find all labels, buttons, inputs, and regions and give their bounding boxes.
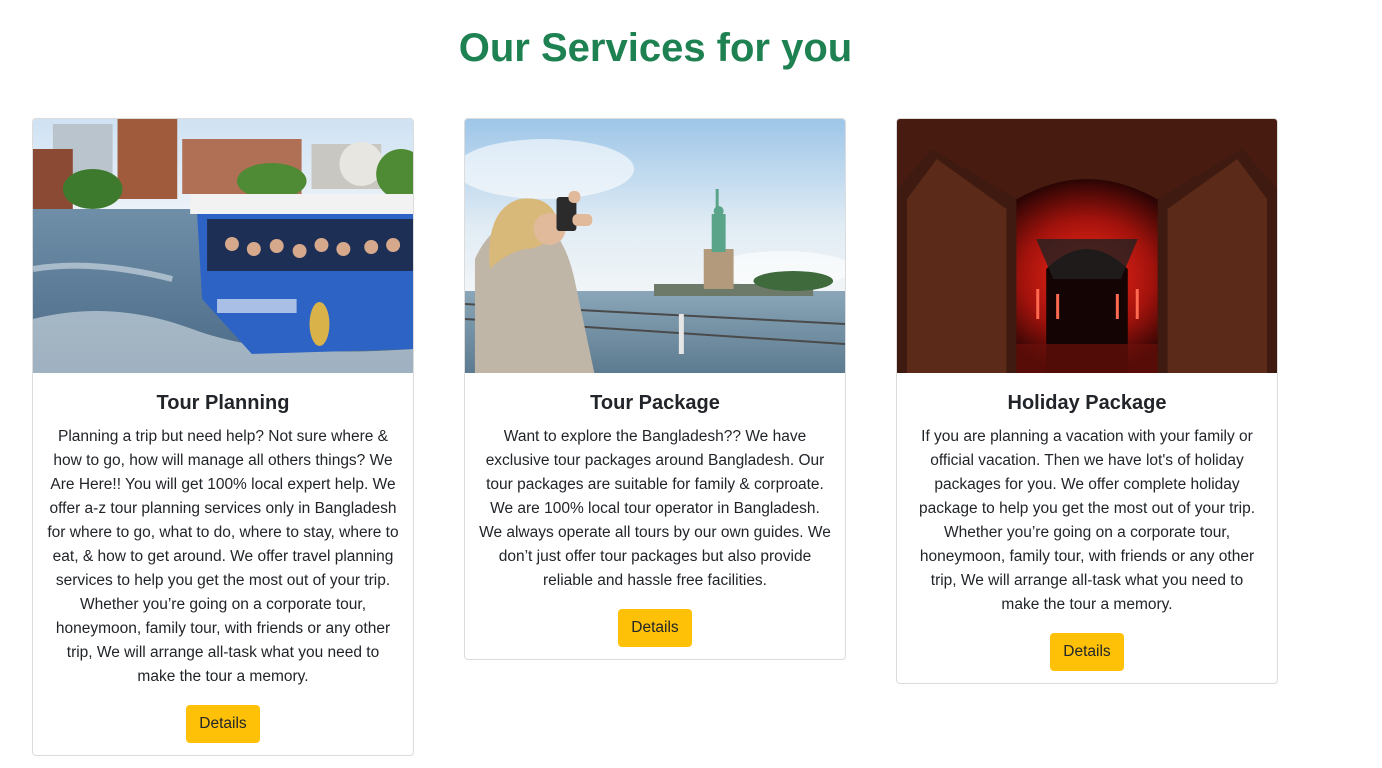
card-description: If you are planning a vacation with your… [918, 428, 1256, 613]
details-button[interactable]: Details [618, 609, 692, 647]
service-image-boat [33, 119, 413, 373]
card-description: Planning a trip but need help? Not sure … [47, 428, 399, 685]
card-body: Holiday Package If you are planning a va… [897, 373, 1277, 671]
service-card-tour-package: Tour Package Want to explore the Banglad… [464, 118, 846, 660]
section-title: Our Services for you [458, 26, 853, 70]
service-image-statue-of-liberty [465, 119, 845, 373]
details-button[interactable]: Details [1050, 633, 1124, 671]
service-card-tour-planning: Tour Planning Planning a trip but need h… [32, 118, 414, 756]
card-title: Tour Planning [156, 392, 290, 414]
service-card-holiday-package: Holiday Package If you are planning a va… [896, 118, 1278, 684]
service-image-red-tunnel [897, 119, 1277, 373]
card-title: Holiday Package [1007, 392, 1167, 414]
card-body: Tour Planning Planning a trip but need h… [33, 373, 413, 743]
card-body: Tour Package Want to explore the Banglad… [465, 373, 845, 647]
card-description: Want to explore the Bangladesh?? We have… [479, 428, 831, 589]
services-page: Our Services for you Tour Planning Plann… [0, 0, 1382, 768]
details-button[interactable]: Details [186, 705, 260, 743]
card-title: Tour Package [590, 392, 720, 414]
